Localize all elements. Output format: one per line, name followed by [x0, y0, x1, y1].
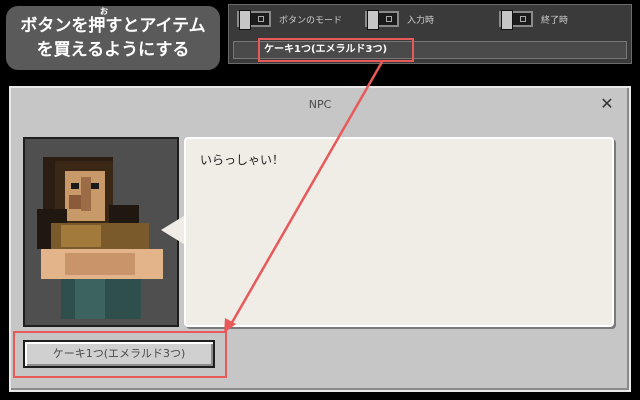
- caption-line-2: を買えるようにする: [36, 40, 190, 60]
- npc-avatar-icon: [37, 157, 163, 319]
- toggle-switch[interactable]: [365, 10, 399, 30]
- toggle-button-mode[interactable]: ボタンのモード: [237, 10, 343, 30]
- toggle-label-button-mode: ボタンのモード: [279, 15, 343, 26]
- caption-furigana: お: [100, 7, 108, 16]
- close-icon[interactable]: ✕: [599, 96, 615, 112]
- highlight-box-bottom: [13, 331, 227, 378]
- dialog-title: NPC: [308, 98, 332, 111]
- npc-speech-box[interactable]: いらっしゃい！: [184, 137, 614, 327]
- speech-text: いらっしゃい！: [200, 153, 285, 167]
- toggle-on-exit[interactable]: 終了時: [499, 10, 569, 30]
- toggle-switch[interactable]: [499, 10, 533, 30]
- toggle-on-enter[interactable]: 入力時: [365, 10, 435, 30]
- caption-line-1: ボタンを押すとアイテム: [20, 16, 206, 36]
- toggle-label-on-exit: 終了時: [541, 15, 569, 26]
- npc-portrait: [23, 137, 179, 327]
- instruction-caption: お ボタンを押すとアイテム を買えるようにする: [6, 6, 220, 70]
- toggle-label-on-enter: 入力時: [407, 15, 435, 26]
- highlight-box-top: [258, 38, 414, 62]
- toggle-switch[interactable]: [237, 10, 271, 30]
